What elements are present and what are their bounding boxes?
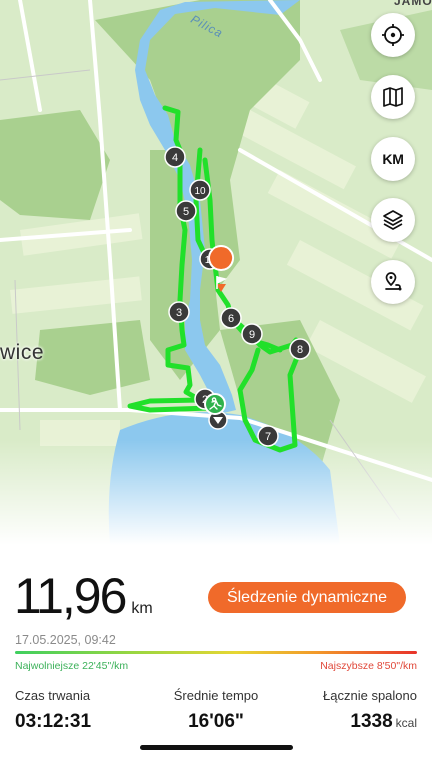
activity-date-time: 17.05.2025, 09:42 [15,633,116,647]
marker-4: 4 [164,146,186,168]
map-type-button[interactable] [371,75,415,119]
calories-label: Łącznie spalono [323,688,417,703]
map-fade [0,440,432,545]
marker-7: 7 [257,425,279,447]
calories-value: 1338 [350,711,393,732]
map-place-label: JAMO [394,0,432,8]
svg-text:7: 7 [265,431,271,443]
svg-text:4: 4 [172,152,178,164]
marker-10: 10 [189,179,211,201]
svg-text:6: 6 [228,313,234,325]
locate-button[interactable] [371,13,415,57]
distance-unit: km [131,600,153,617]
stat-calories: Łącznie spalono 1338 kcal [323,688,417,733]
map-canvas: 4 10 5 11 3 6 [0,0,432,545]
layers-icon [383,210,403,230]
units-km-label: KM [382,151,404,167]
marker-5: 5 [175,200,197,222]
fastest-pace-label: Najszybsze 8'50"/km [320,660,417,672]
units-km-button[interactable]: KM [371,137,415,181]
distance-value: 11,96 [14,568,127,624]
svg-text:5: 5 [183,206,189,218]
svg-text:10: 10 [194,186,206,197]
svg-text:8: 8 [297,344,303,356]
live-tracking-button[interactable]: Śledzenie dynamiczne [208,582,406,613]
calories-display: 1338 kcal [323,711,417,733]
pace-gradient-bar [15,651,417,654]
location-route-icon [385,272,402,291]
start-runner-icon [204,393,226,415]
route-map[interactable]: 4 10 5 11 3 6 [0,0,432,545]
marker-8: 8 [289,338,311,360]
svg-text:9: 9 [249,329,255,341]
home-indicator[interactable] [140,745,293,750]
town-name-label: wice [0,341,45,364]
calories-unit: kcal [395,716,417,730]
crosshair-icon [382,24,404,46]
layers-button[interactable] [371,198,415,242]
marker-6: 6 [220,307,242,329]
folded-map-icon [383,87,403,107]
route-pin-button[interactable] [371,260,415,304]
marker-9: 9 [241,323,263,345]
distance-display: 11,96 km [14,567,153,625]
marker-3: 3 [168,301,190,323]
svg-text:3: 3 [176,307,182,319]
activity-summary-panel: 11,96 km Śledzenie dynamiczne 17.05.2025… [0,545,432,760]
slowest-pace-label: Najwolniejsze 22'45"/km [15,660,129,672]
